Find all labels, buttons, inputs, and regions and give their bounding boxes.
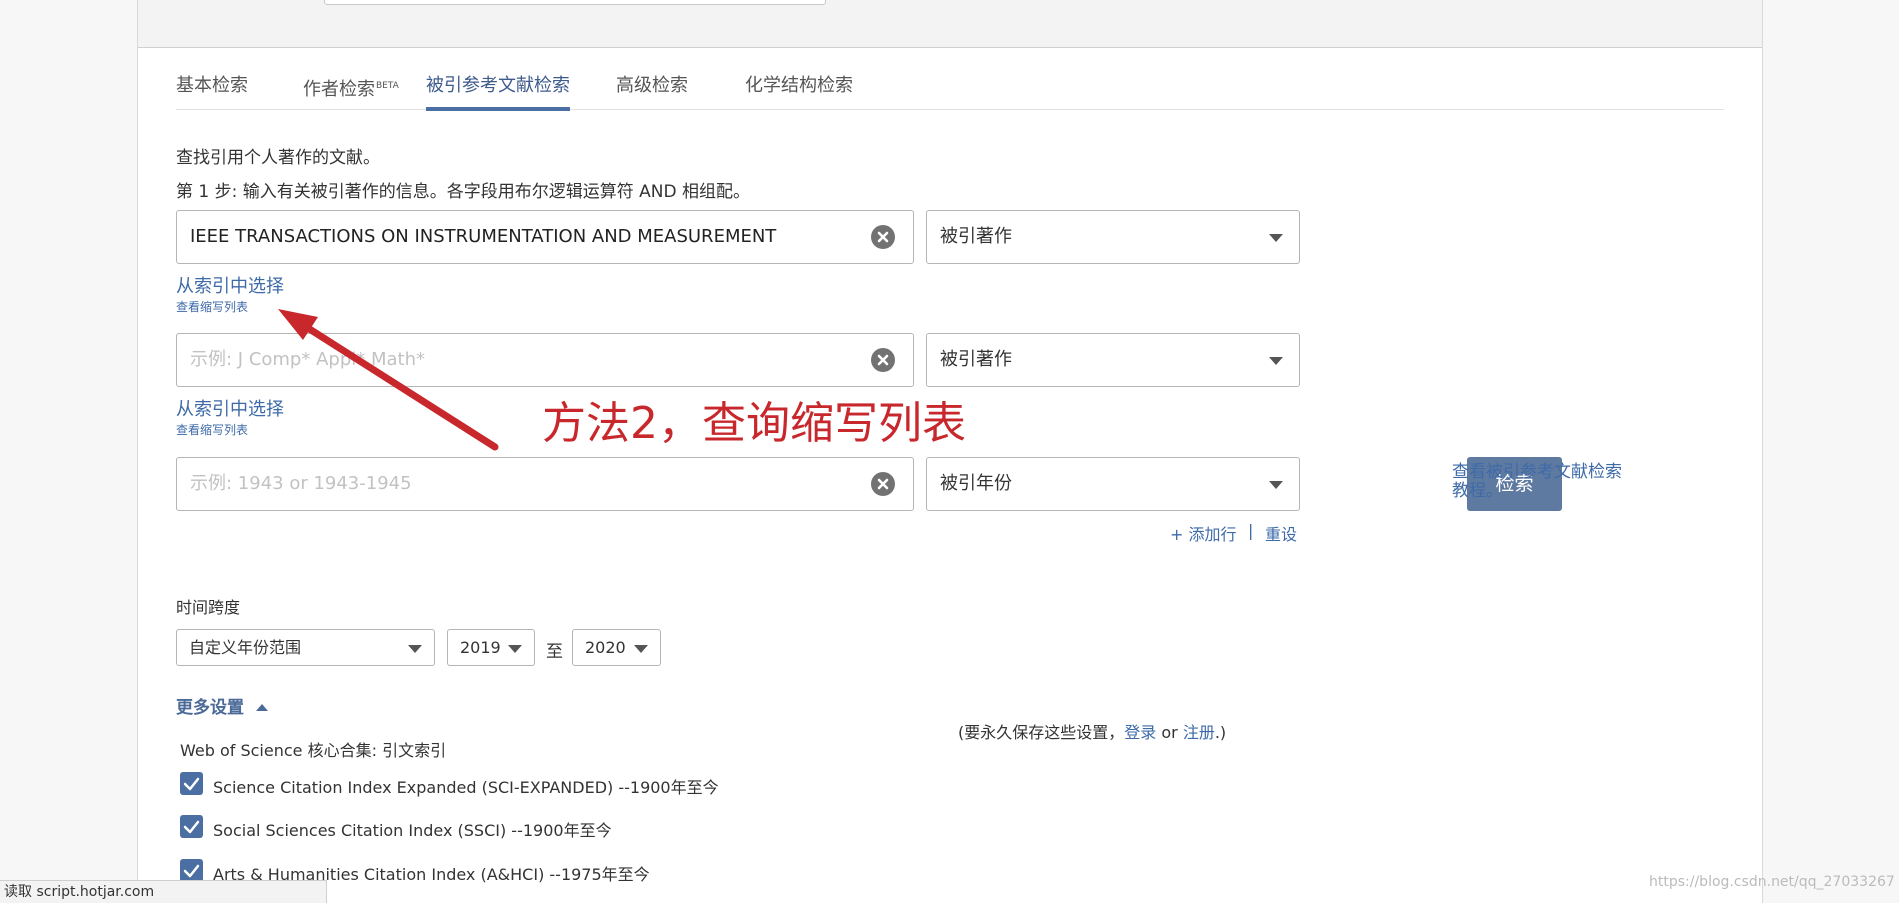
annotation-arrow [278, 309, 499, 451]
annotation-text: 方法2，查询缩写列表 [542, 398, 966, 449]
status-bar: 读取 script.hotjar.com [0, 880, 327, 903]
watermark: https://blog.csdn.net/qq_27033267 [1649, 874, 1895, 890]
